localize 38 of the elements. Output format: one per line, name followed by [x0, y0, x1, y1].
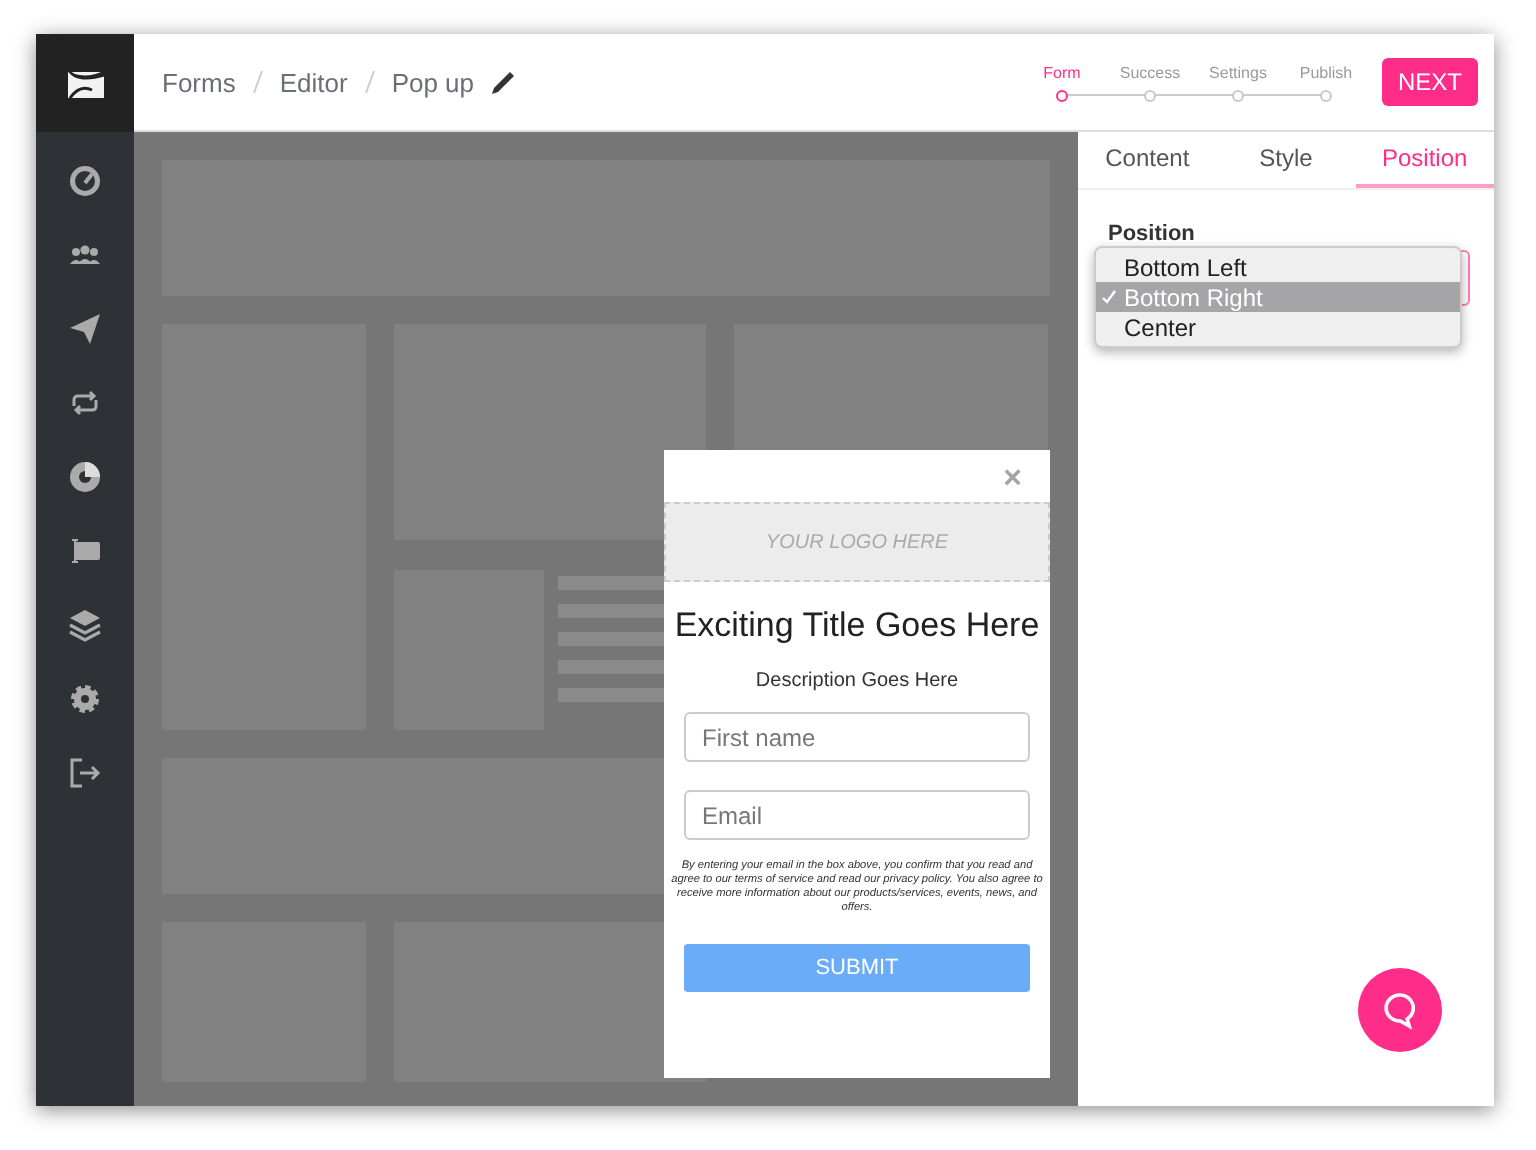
settings-icon[interactable]: [68, 682, 102, 716]
breadcrumb-link[interactable]: Editor: [279, 67, 348, 97]
tab[interactable]: Content: [1078, 132, 1217, 188]
step-tab[interactable]: Settings: [1193, 63, 1282, 101]
envelope-logo-icon: [63, 66, 107, 100]
step-tab[interactable]: Form: [1017, 63, 1106, 101]
repeat-icon[interactable]: [68, 386, 102, 420]
submit-button[interactable]: SUBMIT: [684, 943, 1030, 992]
breadcrumb-link[interactable]: Pop up: [391, 67, 475, 97]
breadcrumb-link[interactable]: Forms: [162, 67, 236, 97]
dropdown-option[interactable]: Bottom Right: [1096, 282, 1460, 312]
tab[interactable]: Style: [1216, 132, 1356, 188]
check-icon: [1102, 290, 1116, 304]
separator-icon: [363, 70, 376, 94]
field-label: Position: [1108, 222, 1197, 246]
speech-bubble-icon: [1380, 990, 1420, 1030]
dropdown-option[interactable]: Bottom Left: [1096, 252, 1460, 282]
input-field[interactable]: Email: [684, 790, 1030, 840]
layers-icon[interactable]: [68, 608, 102, 642]
logout-icon[interactable]: [68, 756, 102, 790]
card-icon[interactable]: [68, 534, 102, 568]
logo-upload-area[interactable]: YOUR LOGO HERE: [664, 502, 1050, 582]
input-field[interactable]: First name: [684, 712, 1030, 762]
tab[interactable]: Position: [1355, 132, 1494, 188]
chat-button[interactable]: [1358, 968, 1442, 1052]
send-icon[interactable]: [68, 312, 102, 346]
gauge-icon[interactable]: [68, 164, 102, 198]
step-tab[interactable]: Publish: [1281, 63, 1370, 101]
placeholder-text: YOUR LOGO HERE: [765, 531, 949, 553]
step-tab[interactable]: Success: [1105, 63, 1194, 101]
next-button[interactable]: NEXT: [1381, 58, 1478, 106]
pencil-icon[interactable]: [490, 69, 517, 95]
disc-icon[interactable]: [68, 460, 102, 494]
popup-description: Description Goes Here: [755, 670, 959, 692]
close-button[interactable]: ×: [1003, 468, 1022, 492]
dropdown-option[interactable]: Center: [1096, 312, 1460, 342]
separator-icon: [251, 70, 264, 94]
popup-title: Exciting Title Goes Here: [674, 606, 1040, 646]
